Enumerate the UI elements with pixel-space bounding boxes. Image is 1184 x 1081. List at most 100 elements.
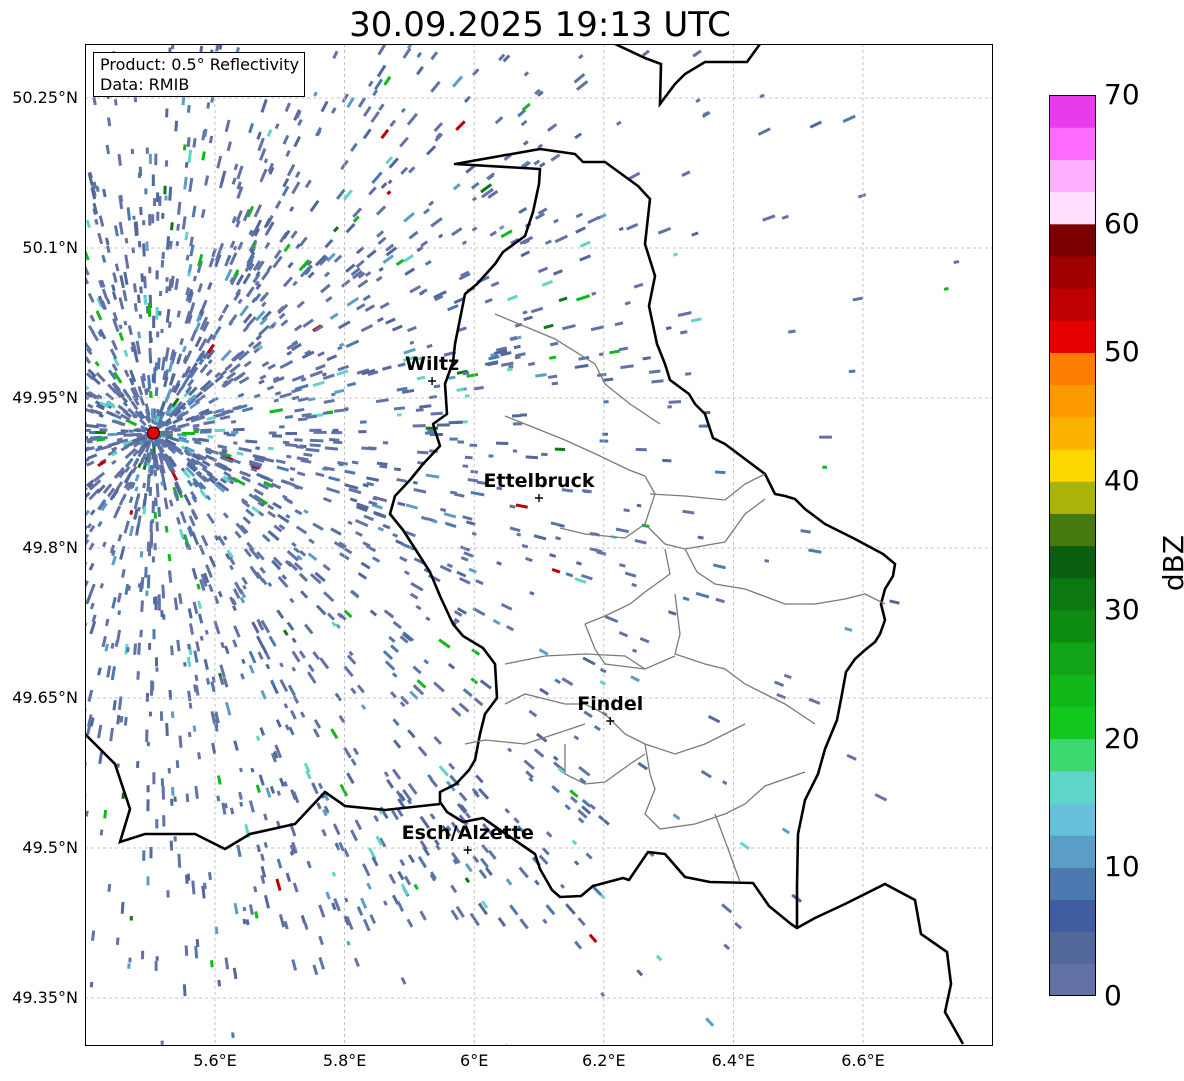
colorbar-segment <box>1049 674 1096 707</box>
echo-gate <box>300 711 306 718</box>
echo-gate <box>151 556 155 563</box>
echo-gate <box>162 614 166 620</box>
echo-gate <box>242 584 247 590</box>
echo-gate <box>297 396 310 403</box>
echo-gate <box>495 441 509 445</box>
echo-gate <box>534 879 540 886</box>
echo-gate <box>448 420 463 425</box>
echo-gate <box>235 210 243 223</box>
echo-gate <box>181 216 187 230</box>
echo-gate <box>407 729 416 739</box>
canton-boundary <box>564 744 646 785</box>
colorbar-tick-label: 70 <box>1104 78 1140 111</box>
radar-map[interactable] <box>85 44 993 1046</box>
echo-gate <box>425 145 437 156</box>
echo-gate <box>438 233 444 239</box>
echo-gate <box>165 108 169 118</box>
echo-gate <box>199 430 212 434</box>
echo-gate <box>258 379 265 385</box>
echo-gate <box>564 804 571 811</box>
echo-gate <box>87 403 94 409</box>
echo-gate <box>351 460 359 465</box>
echo-gate <box>450 884 458 894</box>
echo-gate <box>575 294 591 302</box>
echo-gate <box>408 230 419 240</box>
echo-gate <box>518 207 528 215</box>
echo-gate <box>224 645 230 655</box>
echo-gate <box>808 548 822 554</box>
echo-gate <box>204 629 209 635</box>
echo-gate <box>156 211 160 221</box>
echo-gate <box>152 772 156 785</box>
echo-gate <box>295 525 308 535</box>
echo-gate <box>143 296 148 305</box>
canton-boundary <box>674 593 816 725</box>
echo-gate <box>284 415 294 419</box>
echo-gate <box>222 512 229 519</box>
echo-gate <box>148 214 152 226</box>
echo-gate <box>507 294 518 302</box>
echo-gate <box>90 330 100 342</box>
echo-gate <box>289 206 295 212</box>
echo-gate <box>624 571 637 578</box>
echo-gate <box>354 819 363 831</box>
echo-gate <box>158 310 162 316</box>
echo-gate <box>97 667 102 676</box>
echo-gate <box>309 370 324 378</box>
colorbar-tick-label: 0 <box>1104 979 1122 1012</box>
echo-gate <box>409 285 422 294</box>
echo-gate <box>549 553 557 558</box>
echo-gate <box>282 178 290 188</box>
echo-gate <box>224 261 229 267</box>
echo-gate <box>285 872 292 882</box>
echo-gate <box>113 225 119 237</box>
echo-gate <box>142 482 147 489</box>
echo-gate <box>626 222 639 231</box>
echo-gate <box>124 254 130 269</box>
echo-gate <box>370 111 380 123</box>
echo-gate <box>523 71 530 77</box>
echo-gate <box>134 473 140 482</box>
echo-gate <box>848 369 856 374</box>
echo-gate <box>498 225 505 231</box>
echo-gate <box>120 429 129 433</box>
echo-gate <box>462 464 469 468</box>
echo-gate <box>115 629 122 643</box>
echo-gate <box>309 438 324 443</box>
echo-gate <box>672 813 681 821</box>
echo-gate <box>364 271 372 277</box>
echo-gate <box>539 687 550 696</box>
echo-gate <box>396 413 402 417</box>
echo-gate <box>312 651 321 661</box>
canton-boundary <box>644 498 766 550</box>
echo-gate <box>433 735 443 745</box>
colorbar-segment <box>1049 802 1096 836</box>
echo-gate <box>176 201 182 215</box>
echo-gate <box>378 103 385 111</box>
echo-gate <box>275 878 282 891</box>
echo-gate <box>416 375 426 381</box>
echo-gate <box>294 407 305 413</box>
echo-gate <box>87 172 94 186</box>
echo-gate <box>438 638 451 649</box>
echo-gate <box>121 568 126 578</box>
colorbar-tick-label: 60 <box>1104 206 1140 240</box>
echo-gate <box>389 119 397 128</box>
echo-gate <box>167 553 172 562</box>
echo-gate <box>450 706 462 717</box>
product-info-box: Product: 0.5° Reflectivity Data: RMIB <box>93 52 306 97</box>
echo-gate <box>147 302 152 317</box>
echo-gate <box>354 519 369 528</box>
echo-gate <box>369 914 377 924</box>
echo-gate <box>527 361 536 367</box>
echo-gate <box>721 903 733 914</box>
echo-gate <box>139 629 143 638</box>
echo-gate <box>313 719 322 729</box>
echo-gate <box>416 245 424 253</box>
echo-gate <box>781 827 791 835</box>
map-panel[interactable] <box>85 44 993 1046</box>
echo-gate <box>136 761 140 768</box>
echo-gate <box>109 727 114 742</box>
echo-gate <box>155 819 159 829</box>
echo-gate <box>463 551 474 558</box>
